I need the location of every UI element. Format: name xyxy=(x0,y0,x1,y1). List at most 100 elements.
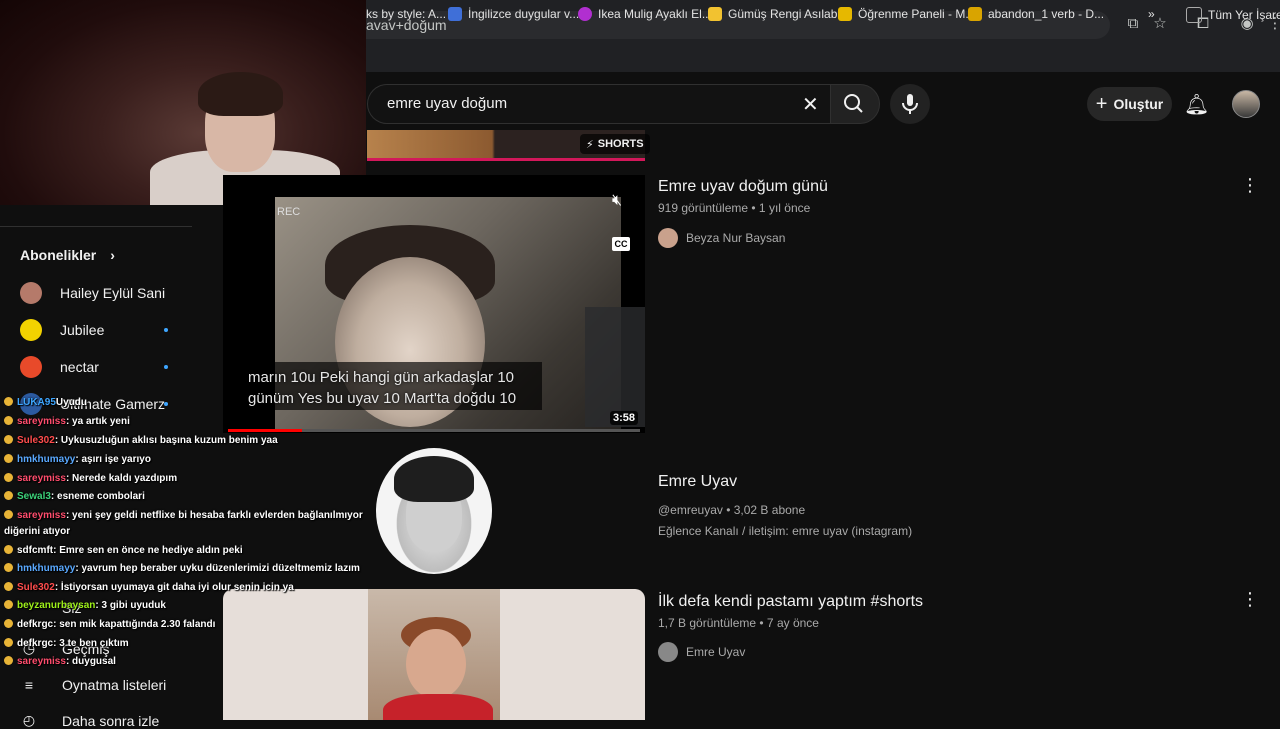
chat-badge-icon xyxy=(4,563,13,572)
chat-message: sareymiss: Nerede kaldı yazdıpım xyxy=(4,473,177,484)
bookmarks-overflow[interactable]: » xyxy=(1148,7,1155,21)
close-icon[interactable]: ✕ xyxy=(802,92,819,117)
chat-badge-icon xyxy=(4,473,13,482)
chat-text: : Nerede kaldı yazdıpım xyxy=(65,473,178,484)
avatar xyxy=(20,319,42,341)
chat-message: hmkhumayy: yavrum hep beraber uyku düzen… xyxy=(4,563,360,574)
chat-message: defkrgc: sen mik kapattığında 2.30 falan… xyxy=(4,619,215,630)
video-title[interactable]: Emre uyav doğum günü xyxy=(658,178,828,196)
shorts-icon: ⚡︎ xyxy=(586,138,594,151)
chat-text: : Emre sen en önce ne hediye aldın peki xyxy=(53,545,243,556)
create-button[interactable]: + Oluştur xyxy=(1087,87,1172,121)
channel-link[interactable]: Emre Uyav xyxy=(658,642,745,662)
bookmark-item[interactable]: Öğrenme Paneli - M... xyxy=(838,7,975,21)
chat-text: : yavrum hep beraber uyku düzenlerimizi … xyxy=(75,563,360,574)
new-content-dot xyxy=(164,402,168,406)
chat-message: Sule302: İstiyorsan uyumaya git daha iyi… xyxy=(4,582,294,593)
video-meta: 919 görüntüleme • 1 yıl önce xyxy=(658,201,811,215)
chat-username: Sule302 xyxy=(17,435,55,446)
chat-username: sareymiss xyxy=(17,473,66,484)
install-icon[interactable]: ⧉ xyxy=(1124,15,1142,33)
new-content-dot xyxy=(164,365,168,369)
folder-icon xyxy=(1186,7,1202,23)
bookmark-item[interactable]: ks by style: A... xyxy=(366,7,446,21)
chat-badge-icon xyxy=(4,397,13,406)
chat-username: sdfcmft xyxy=(17,545,54,556)
notifications-bell-icon[interactable]: 🔔︎ xyxy=(1184,92,1209,117)
avatar xyxy=(658,642,678,662)
avatar xyxy=(658,228,678,248)
chat-username: sareymiss xyxy=(17,416,66,427)
chat-username: defkrgc xyxy=(17,638,54,649)
sidebar-item-playlists[interactable]: ≡ Oynatma listeleri xyxy=(20,677,166,693)
chat-message: LUKA95Uyudu xyxy=(4,397,87,408)
thumbnail-person-face xyxy=(406,629,466,699)
mic-icon xyxy=(902,94,918,114)
favicon-icon xyxy=(448,7,462,21)
chat-badge-icon xyxy=(4,491,13,500)
chevron-right-icon: › xyxy=(110,247,115,263)
chat-text: Uyudu xyxy=(55,397,88,408)
channel-name[interactable]: Emre Uyav xyxy=(658,473,737,491)
bookmark-item[interactable]: Ikea Mulig Ayaklı El... xyxy=(578,7,712,21)
sidebar-item-subscription[interactable]: nectar xyxy=(20,355,99,379)
channel-link[interactable]: Beyza Nur Baysan xyxy=(658,228,785,248)
video-duration: 3:58 xyxy=(610,411,639,425)
chat-badge-icon xyxy=(4,545,13,554)
webcam-person-hair xyxy=(198,72,283,116)
voice-search-button[interactable] xyxy=(890,84,930,124)
chat-message: sareymiss: yeni şey geldi netflixe bi he… xyxy=(4,510,363,521)
captions-button[interactable]: CC xyxy=(612,237,630,251)
playlist-icon: ≡ xyxy=(24,677,34,693)
channel-avatar[interactable] xyxy=(376,448,492,574)
progress-fill xyxy=(228,429,303,432)
chat-badge-icon xyxy=(4,619,13,628)
chat-badge-icon xyxy=(4,510,13,519)
favicon-icon xyxy=(578,7,592,21)
search-button[interactable] xyxy=(830,84,880,124)
favicon-icon xyxy=(838,7,852,21)
bookmark-folder[interactable]: Tüm Yer İşaretle xyxy=(1186,7,1280,23)
chat-text: : duygusal xyxy=(65,656,116,667)
sidebar-item-watch-later[interactable]: ◴ Daha sonra izle xyxy=(20,712,159,729)
chat-username: sareymiss xyxy=(17,656,66,667)
plus-icon: + xyxy=(1095,92,1108,115)
chat-message: sareymiss: ya artık yeni xyxy=(4,416,130,427)
chat-text: : aşırı işe yarıyo xyxy=(75,454,151,465)
sidebar-item-subscription[interactable]: Hailey Eylül Sani xyxy=(20,281,165,305)
chat-username: hmkhumayy xyxy=(17,454,76,465)
account-avatar[interactable] xyxy=(1232,90,1260,118)
chat-text: : Uykusuzluğun aklısı başına kuzum benim… xyxy=(54,435,278,446)
avatar xyxy=(20,356,42,378)
divider xyxy=(0,226,192,227)
new-content-dot xyxy=(164,328,168,332)
search-query[interactable]: emre uyav doğum xyxy=(387,95,507,112)
chat-badge-icon xyxy=(4,600,13,609)
chat-message: beyzanurbaysan: 3 gibi uyuduk xyxy=(4,600,166,611)
video-title[interactable]: İlk defa kendi pastamı yaptım #shorts xyxy=(658,593,923,611)
mute-icon[interactable]: 🔇︎ xyxy=(612,192,622,210)
thumbnail-person-shirt xyxy=(383,694,493,720)
bookmark-item[interactable]: İngilizce duygular v... xyxy=(448,7,579,21)
shorts-badge: ⚡︎ SHORTS xyxy=(580,134,650,154)
chat-text: : İstiyorsan uyumaya git daha iyi olur s… xyxy=(54,582,294,593)
more-actions-icon[interactable]: ⋮ xyxy=(1241,590,1259,608)
rec-label: REC xyxy=(277,206,301,218)
more-actions-icon[interactable]: ⋮ xyxy=(1241,176,1259,194)
chat-badge-icon xyxy=(4,435,13,444)
chat-username: Sule302 xyxy=(17,582,55,593)
favicon-icon xyxy=(968,7,982,21)
chat-message: defkrgc: 3 te ben çıktım xyxy=(4,638,129,649)
bookmark-item[interactable]: Gümüş Rengi Asılab... xyxy=(708,7,847,21)
chat-text: : sen mik kapattığında 2.30 falandı xyxy=(53,619,216,630)
subscriptions-header[interactable]: Abonelikler › xyxy=(20,247,115,263)
bookmark-item[interactable]: abandon_1 verb - D... xyxy=(968,7,1104,21)
video-progress-bar[interactable] xyxy=(228,429,640,432)
chat-text: diğerini atıyor xyxy=(4,526,71,537)
chat-badge-icon xyxy=(4,656,13,665)
video-thumbnail[interactable] xyxy=(223,589,645,720)
chat-username: LUKA95 xyxy=(17,397,56,408)
chat-username: defkrgc xyxy=(17,619,54,630)
sidebar-item-subscription[interactable]: Jubilee xyxy=(20,318,104,342)
channel-meta: @emreuyav • 3,02 B abone xyxy=(658,503,806,517)
